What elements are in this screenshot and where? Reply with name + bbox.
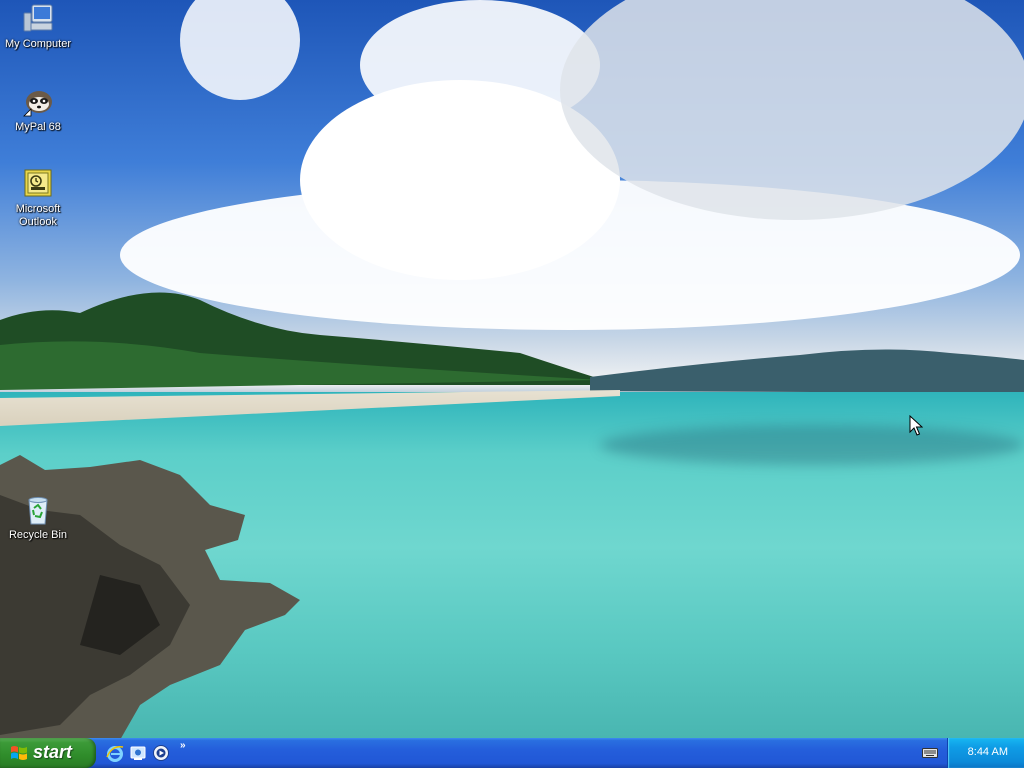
desktop-icon-mypal[interactable]: MyPal 68 (0, 86, 76, 134)
wallpaper-reef (600, 425, 1024, 465)
desktop-icon-label: Microsoft Outlook (15, 203, 61, 228)
start-button-label: start (33, 742, 73, 762)
outlook-icon (22, 168, 54, 200)
wallpaper-cloud (180, 0, 300, 100)
show-desktop-icon[interactable] (129, 744, 147, 762)
mouse-cursor-icon (909, 415, 923, 436)
desktop-icon-label: Recycle Bin (8, 529, 68, 541)
mypal-raccoon-icon (22, 86, 54, 118)
media-player-icon[interactable] (152, 744, 170, 762)
quick-launch-chevron[interactable]: » (180, 740, 186, 751)
my-computer-icon (22, 3, 54, 35)
internet-explorer-icon[interactable] (106, 744, 124, 762)
desktop-wallpaper[interactable]: My Computer MyPal 68 Microsoft Outlook R… (0, 0, 1024, 738)
windows-logo-icon (11, 746, 27, 760)
keyboard-icon[interactable] (922, 748, 938, 758)
desktop-icon-recycle-bin[interactable]: Recycle Bin (0, 494, 76, 542)
desktop-icon-microsoft-outlook[interactable]: Microsoft Outlook (0, 168, 76, 229)
taskbar: start » 8:44 AM (0, 738, 1024, 768)
desktop-icon-my-computer[interactable]: My Computer (0, 3, 76, 51)
start-button[interactable]: start (0, 738, 96, 768)
wallpaper-island-hills (0, 292, 1024, 393)
desktop-icon-label: My Computer (4, 38, 72, 50)
recycle-bin-icon (22, 494, 54, 526)
clock[interactable]: 8:44 AM (968, 746, 1008, 758)
system-tray: 8:44 AM (947, 738, 1024, 768)
desktop-icon-label: MyPal 68 (15, 121, 61, 133)
